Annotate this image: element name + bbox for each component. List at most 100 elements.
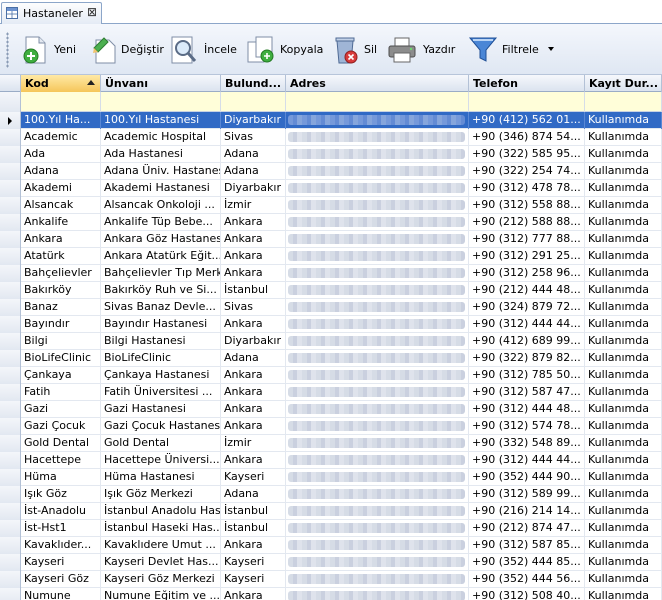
cell-telefon[interactable]: +90 (332) 548 89... <box>469 435 585 452</box>
row-indicator[interactable] <box>0 146 21 163</box>
cell-kod[interactable]: Kayseri Göz <box>21 571 101 588</box>
cell-adres[interactable] <box>286 231 469 248</box>
cell-kod[interactable]: Akademi <box>21 180 101 197</box>
cell-adres[interactable] <box>286 214 469 231</box>
table-row[interactable]: Ada Ada Hastanesi Adana +90 (322) 585 95...… <box>0 146 662 163</box>
table-row[interactable]: Bakırköy Bakırköy Ruh ve Si... İstanbul +90… <box>0 282 662 299</box>
cell-kod[interactable]: Bakırköy <box>21 282 101 299</box>
cell-unvan[interactable]: Bakırköy Ruh ve Si... <box>101 282 221 299</box>
cell-unvan[interactable]: 100.Yıl Hastanesi <box>101 112 221 129</box>
cell-kayit-durumu[interactable]: Kullanımda <box>585 520 662 537</box>
cell-kod[interactable]: İst-Hst1 <box>21 520 101 537</box>
row-indicator[interactable] <box>0 129 21 146</box>
row-indicator[interactable] <box>0 469 21 486</box>
table-row[interactable]: Hacettepe Hacettepe Üniversi... Ankara +90 … <box>0 452 662 469</box>
cell-unvan[interactable]: Kavaklıdere Umut ... <box>101 537 221 554</box>
cell-telefon[interactable]: +90 (312) 587 47... <box>469 384 585 401</box>
cell-unvan[interactable]: Akademi Hastanesi <box>101 180 221 197</box>
cell-adres[interactable] <box>286 129 469 146</box>
cell-adres[interactable] <box>286 554 469 571</box>
table-row[interactable]: Atatürk Ankara Atatürk Eğit... Ankara +90 (… <box>0 248 662 265</box>
cell-bulundugu-il[interactable]: Adana <box>221 486 286 503</box>
table-row[interactable]: Ankalife Ankalife Tüp Bebe... Ankara +90 (2… <box>0 214 662 231</box>
row-indicator[interactable] <box>0 588 21 600</box>
table-row[interactable]: Ankara Ankara Göz Hastanesi Ankara +90 (312… <box>0 231 662 248</box>
cell-bulundugu-il[interactable]: Ankara <box>221 367 286 384</box>
cell-kod[interactable]: Kavaklıder... <box>21 537 101 554</box>
cell-unvan[interactable]: Gazi Çocuk Hastanesi <box>101 418 221 435</box>
cell-unvan[interactable]: Kayseri Göz Merkezi <box>101 571 221 588</box>
cell-kayit-durumu[interactable]: Kullanımda <box>585 486 662 503</box>
cell-telefon[interactable]: +90 (322) 254 74... <box>469 163 585 180</box>
cell-kayit-durumu[interactable]: Kullanımda <box>585 316 662 333</box>
cell-telefon[interactable]: +90 (312) 574 78... <box>469 418 585 435</box>
toolbar-grip[interactable] <box>6 32 9 68</box>
cell-adres[interactable] <box>286 197 469 214</box>
copy-button[interactable]: Kopyala <box>245 32 323 68</box>
cell-adres[interactable] <box>286 401 469 418</box>
row-indicator[interactable] <box>0 350 21 367</box>
table-row[interactable]: Hüma Hüma Hastanesi Kayseri +90 (352) 444 9… <box>0 469 662 486</box>
cell-bulundugu-il[interactable]: Ankara <box>221 316 286 333</box>
cell-bulundugu-il[interactable]: Ankara <box>221 452 286 469</box>
cell-kayit-durumu[interactable]: Kullanımda <box>585 248 662 265</box>
cell-kayit-durumu[interactable]: Kullanımda <box>585 537 662 554</box>
cell-kayit-durumu[interactable]: Kullanımda <box>585 299 662 316</box>
delete-button[interactable]: Sil <box>330 32 378 68</box>
table-row[interactable]: Kayseri Göz Kayseri Göz Merkezi Kayseri +90… <box>0 571 662 588</box>
table-row[interactable]: Alsancak Alsancak Onkoloji ... İzmir +90 (3… <box>0 197 662 214</box>
cell-adres[interactable] <box>286 367 469 384</box>
table-row[interactable]: Bilgi Bilgi Hastanesi Diyarbakır +90 (412) … <box>0 333 662 350</box>
table-row[interactable]: Banaz Sivas Banaz Devle... Sivas +90 (324) … <box>0 299 662 316</box>
filter-cell-kayit-durumu[interactable] <box>585 92 662 112</box>
cell-unvan[interactable]: Alsancak Onkoloji ... <box>101 197 221 214</box>
cell-unvan[interactable]: İstanbul Anadolu Hast. <box>101 503 221 520</box>
cell-adres[interactable] <box>286 112 469 129</box>
cell-telefon[interactable]: +90 (212) 444 48... <box>469 282 585 299</box>
row-indicator[interactable] <box>0 248 21 265</box>
cell-adres[interactable] <box>286 571 469 588</box>
cell-unvan[interactable]: Ada Hastanesi <box>101 146 221 163</box>
close-icon[interactable]: ⊠ <box>85 5 99 19</box>
new-button[interactable]: Yeni <box>20 32 78 68</box>
cell-adres[interactable] <box>286 248 469 265</box>
column-header-bulundugu-il[interactable]: Bulund... <box>221 75 286 92</box>
table-row[interactable]: Kayseri Kayseri Devlet Has... Kayseri +90 (… <box>0 554 662 571</box>
cell-kayit-durumu[interactable]: Kullanımda <box>585 384 662 401</box>
cell-bulundugu-il[interactable]: Diyarbakır <box>221 180 286 197</box>
cell-bulundugu-il[interactable]: Kayseri <box>221 554 286 571</box>
row-indicator[interactable] <box>0 231 21 248</box>
cell-unvan[interactable]: Ankara Göz Hastanesi <box>101 231 221 248</box>
cell-telefon[interactable]: +90 (322) 879 82... <box>469 350 585 367</box>
cell-unvan[interactable]: Ankara Atatürk Eğit... <box>101 248 221 265</box>
cell-kayit-durumu[interactable]: Kullanımda <box>585 214 662 231</box>
cell-kod[interactable]: Bilgi <box>21 333 101 350</box>
tab-hastaneler[interactable]: Hastaneler ⊠ <box>1 2 102 24</box>
cell-kod[interactable]: Atatürk <box>21 248 101 265</box>
cell-kayit-durumu[interactable]: Kullanımda <box>585 469 662 486</box>
table-row[interactable]: Bayındır Bayındır Hastanesi Ankara +90 (312… <box>0 316 662 333</box>
edit-button[interactable]: Değiştir <box>90 32 164 68</box>
cell-kod[interactable]: Kayseri <box>21 554 101 571</box>
table-row[interactable]: Adana Adana Üniv. Hastanesi Adana +90 (322)… <box>0 163 662 180</box>
print-button[interactable]: Yazdır <box>386 32 455 68</box>
cell-adres[interactable] <box>286 180 469 197</box>
cell-unvan[interactable]: Hacettepe Üniversi... <box>101 452 221 469</box>
cell-telefon[interactable]: +90 (346) 874 54... <box>469 129 585 146</box>
row-indicator[interactable] <box>0 571 21 588</box>
cell-kayit-durumu[interactable]: Kullanımda <box>585 146 662 163</box>
cell-telefon[interactable]: +90 (312) 258 96... <box>469 265 585 282</box>
cell-adres[interactable] <box>286 163 469 180</box>
cell-telefon[interactable]: +90 (312) 444 44... <box>469 316 585 333</box>
column-header-unvan[interactable]: Ünvanı <box>101 75 221 92</box>
cell-kayit-durumu[interactable]: Kullanımda <box>585 503 662 520</box>
cell-telefon[interactable]: +90 (312) 444 48... <box>469 401 585 418</box>
cell-kayit-durumu[interactable]: Kullanımda <box>585 180 662 197</box>
table-row[interactable]: BioLifeClinic BioLifeClinic Adana +90 (322)… <box>0 350 662 367</box>
cell-kod[interactable]: Işık Göz <box>21 486 101 503</box>
cell-kayit-durumu[interactable]: Kullanımda <box>585 129 662 146</box>
cell-kod[interactable]: Alsancak <box>21 197 101 214</box>
cell-telefon[interactable]: +90 (212) 588 88... <box>469 214 585 231</box>
row-indicator[interactable] <box>0 452 21 469</box>
cell-telefon[interactable]: +90 (324) 879 72... <box>469 299 585 316</box>
